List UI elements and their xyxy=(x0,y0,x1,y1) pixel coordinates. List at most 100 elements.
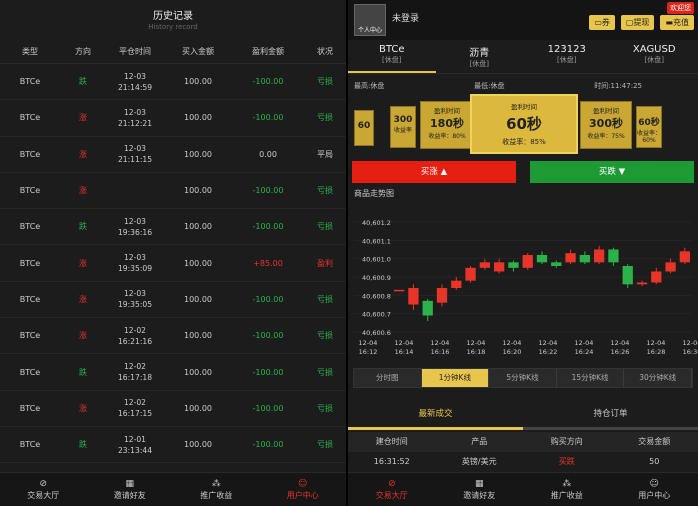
tab-state: [休盘] xyxy=(382,56,402,64)
row-type: BTCe xyxy=(19,440,41,450)
deal-direction: 买跌 xyxy=(558,457,575,466)
low-price: 最低:休盘 xyxy=(474,82,505,90)
candle-body xyxy=(608,249,619,263)
table-row[interactable]: BTCe 跌 12-03 19:36:16 100.00 -100.00 亏损 xyxy=(0,209,346,246)
tab-xagusd[interactable]: XAGUSD [休盘] xyxy=(611,40,698,73)
x-tick-time: 16:12 xyxy=(359,348,378,356)
candle-body xyxy=(636,282,648,285)
x-tick-time: 16:18 xyxy=(467,348,486,356)
ticket-icon: ▭ xyxy=(594,18,602,27)
buy-up-button[interactable]: 买涨 ▲ xyxy=(352,161,516,183)
table-row[interactable]: BTCe 涨 12-03 19:35:05 100.00 -100.00 亏损 xyxy=(0,282,346,319)
row-close-time: 12-03 19:36:16 xyxy=(106,216,164,238)
row-date: 12-03 xyxy=(123,216,147,226)
expiry-card[interactable]: 盈利时间 300秒 收益率：75% xyxy=(580,101,632,149)
row-close-time: 12-03 19:35:09 xyxy=(106,252,164,274)
table-row[interactable]: BTCe 涨 12-03 21:11:15 100.00 0.00 平局 xyxy=(0,137,346,173)
table-row[interactable]: BTCe 跌 12-01 23:13:44 100.00 -100.00 亏损 xyxy=(0,427,346,464)
row-direction: 涨 xyxy=(79,186,87,196)
nav-trading-hall[interactable]: ⊘ 交易大厅 xyxy=(0,473,87,506)
row-time: 19:35:05 xyxy=(117,300,153,310)
username[interactable]: 未登录 xyxy=(392,11,419,24)
x-tick-date: 12-04 xyxy=(431,339,450,347)
col-profit: 盈利金额 xyxy=(252,47,284,56)
row-profit: -100.00 xyxy=(252,113,284,123)
nav-label: 推广收益 xyxy=(200,491,233,500)
table-row[interactable]: BTCe 涨 12-03 19:35:09 100.00 +85.00 盈利 xyxy=(0,245,346,282)
table-row[interactable]: BTCe 跌 12-02 16:17:18 100.00 -100.00 亏损 xyxy=(0,354,346,391)
user-icon: ☺ xyxy=(298,479,308,489)
row-date: 12-01 xyxy=(123,434,147,444)
tab-latest-deals[interactable]: 最新成交 xyxy=(348,402,523,430)
card-rate: 收益率：80% xyxy=(428,133,466,140)
nav-promotion[interactable]: ⁂ 推广收益 xyxy=(173,473,260,506)
row-status: 盈利 xyxy=(317,258,333,268)
row-type: BTCe xyxy=(19,186,41,196)
card-value: 300秒 xyxy=(589,117,623,130)
nav-trading-hall[interactable]: ⊘ 交易大厅 xyxy=(348,473,436,506)
expiry-card[interactable]: 盈利时间 180秒 收益率：80% xyxy=(420,101,474,149)
table-row[interactable]: BTCe 跌 12-03 21:14:59 100.00 -100.00 亏损 xyxy=(0,64,346,101)
table-row[interactable]: BTCe 涨 100.00 -100.00 亏损 xyxy=(0,173,346,210)
row-status: 亏损 xyxy=(317,331,333,341)
avatar[interactable]: 个人中心 xyxy=(354,4,386,36)
coupon-label: 券 xyxy=(601,18,610,27)
coupon-button[interactable]: ▭券 xyxy=(589,15,615,30)
x-tick-time: 16:24 xyxy=(575,348,594,356)
table-row[interactable]: BTCe 涨 12-02 16:17:15 100.00 -100.00 亏损 xyxy=(0,391,346,427)
tab-name: 沥青 xyxy=(469,48,490,59)
period-selector: 分时图 1分钟K线 5分钟K线 15分钟K线 30分钟K线 xyxy=(353,368,693,388)
row-date: 12-03 xyxy=(123,253,147,263)
trade-panel: 个人中心 未登录 欢迎您 ▭券 ▢提现 ▬充值 BTCe [休盘] 沥青 [休盘] … xyxy=(348,0,698,506)
recharge-button[interactable]: ▬充值 xyxy=(660,15,694,30)
row-profit: -100.00 xyxy=(252,77,284,87)
row-time: 16:17:15 xyxy=(117,409,153,419)
period-timeline[interactable]: 分时图 xyxy=(354,369,422,387)
period-30min[interactable]: 30分钟K线 xyxy=(624,369,692,387)
table-row[interactable]: BTCe 涨 12-03 21:12:21 100.00 -100.00 亏损 xyxy=(0,100,346,137)
nav-promotion[interactable]: ⁂ 推广收益 xyxy=(523,473,611,506)
deal-product: 英镑/美元 xyxy=(461,457,497,466)
nav-user-center[interactable]: ☺ 用户中心 xyxy=(611,473,698,506)
tab-positions[interactable]: 持仓订单 xyxy=(523,402,698,430)
buy-down-button[interactable]: 买跌 ▼ xyxy=(530,161,694,183)
tab-asphalt[interactable]: 沥青 [休盘] xyxy=(436,40,524,73)
row-date: 12-02 xyxy=(123,325,147,335)
nav-user-center[interactable]: ☺ 用户中心 xyxy=(260,473,347,506)
row-type: BTCe xyxy=(19,331,41,341)
row-time: 16:21:16 xyxy=(117,336,153,346)
expiry-card[interactable]: 300 收益率 xyxy=(390,106,416,148)
row-time: 21:12:21 xyxy=(117,118,153,128)
tab-123123[interactable]: 123123 [休盘] xyxy=(523,40,611,73)
page-title: 历史记录 xyxy=(153,11,193,22)
tab-btce[interactable]: BTCe [休盘] xyxy=(348,40,436,73)
row-status: 亏损 xyxy=(317,367,333,377)
period-5min[interactable]: 5分钟K线 xyxy=(489,369,557,387)
expiry-card[interactable]: 60秒 收益率：60% xyxy=(636,106,662,148)
nav-invite[interactable]: ▦ 邀请好友 xyxy=(436,473,524,506)
row-time: 16:17:18 xyxy=(117,373,153,383)
candle-body xyxy=(594,249,605,263)
table-row[interactable]: BTCe 涨 12-02 16:21:16 100.00 -100.00 亏损 xyxy=(0,318,346,355)
row-date: 12-03 xyxy=(123,71,147,81)
row-status: 亏损 xyxy=(317,113,333,123)
expiry-card-selected[interactable]: 盈利时间 60秒 收益率：85% xyxy=(470,94,578,154)
row-direction: 跌 xyxy=(79,440,87,450)
period-15min[interactable]: 15分钟K线 xyxy=(557,369,625,387)
withdraw-button[interactable]: ▢提现 xyxy=(620,15,655,30)
candle-body xyxy=(508,262,519,268)
row-amount: 100.00 xyxy=(184,113,212,123)
period-1min[interactable]: 1分钟K线 xyxy=(421,369,490,387)
x-tick-date: 12-04 xyxy=(575,339,594,347)
row-type: BTCe xyxy=(19,77,41,87)
expiry-card[interactable]: 60 xyxy=(354,110,374,146)
candle-body xyxy=(579,255,590,263)
nav-invite[interactable]: ▦ 邀请好友 xyxy=(87,473,174,506)
history-header: 历史记录 History record xyxy=(0,0,346,40)
row-time: 19:35:09 xyxy=(117,264,153,274)
card-value: 60秒 xyxy=(506,115,542,133)
card-rate: 收益率：60% xyxy=(637,130,662,144)
avatar-label: 个人中心 xyxy=(357,27,382,34)
candle-body xyxy=(522,255,533,268)
row-direction: 跌 xyxy=(79,222,87,232)
